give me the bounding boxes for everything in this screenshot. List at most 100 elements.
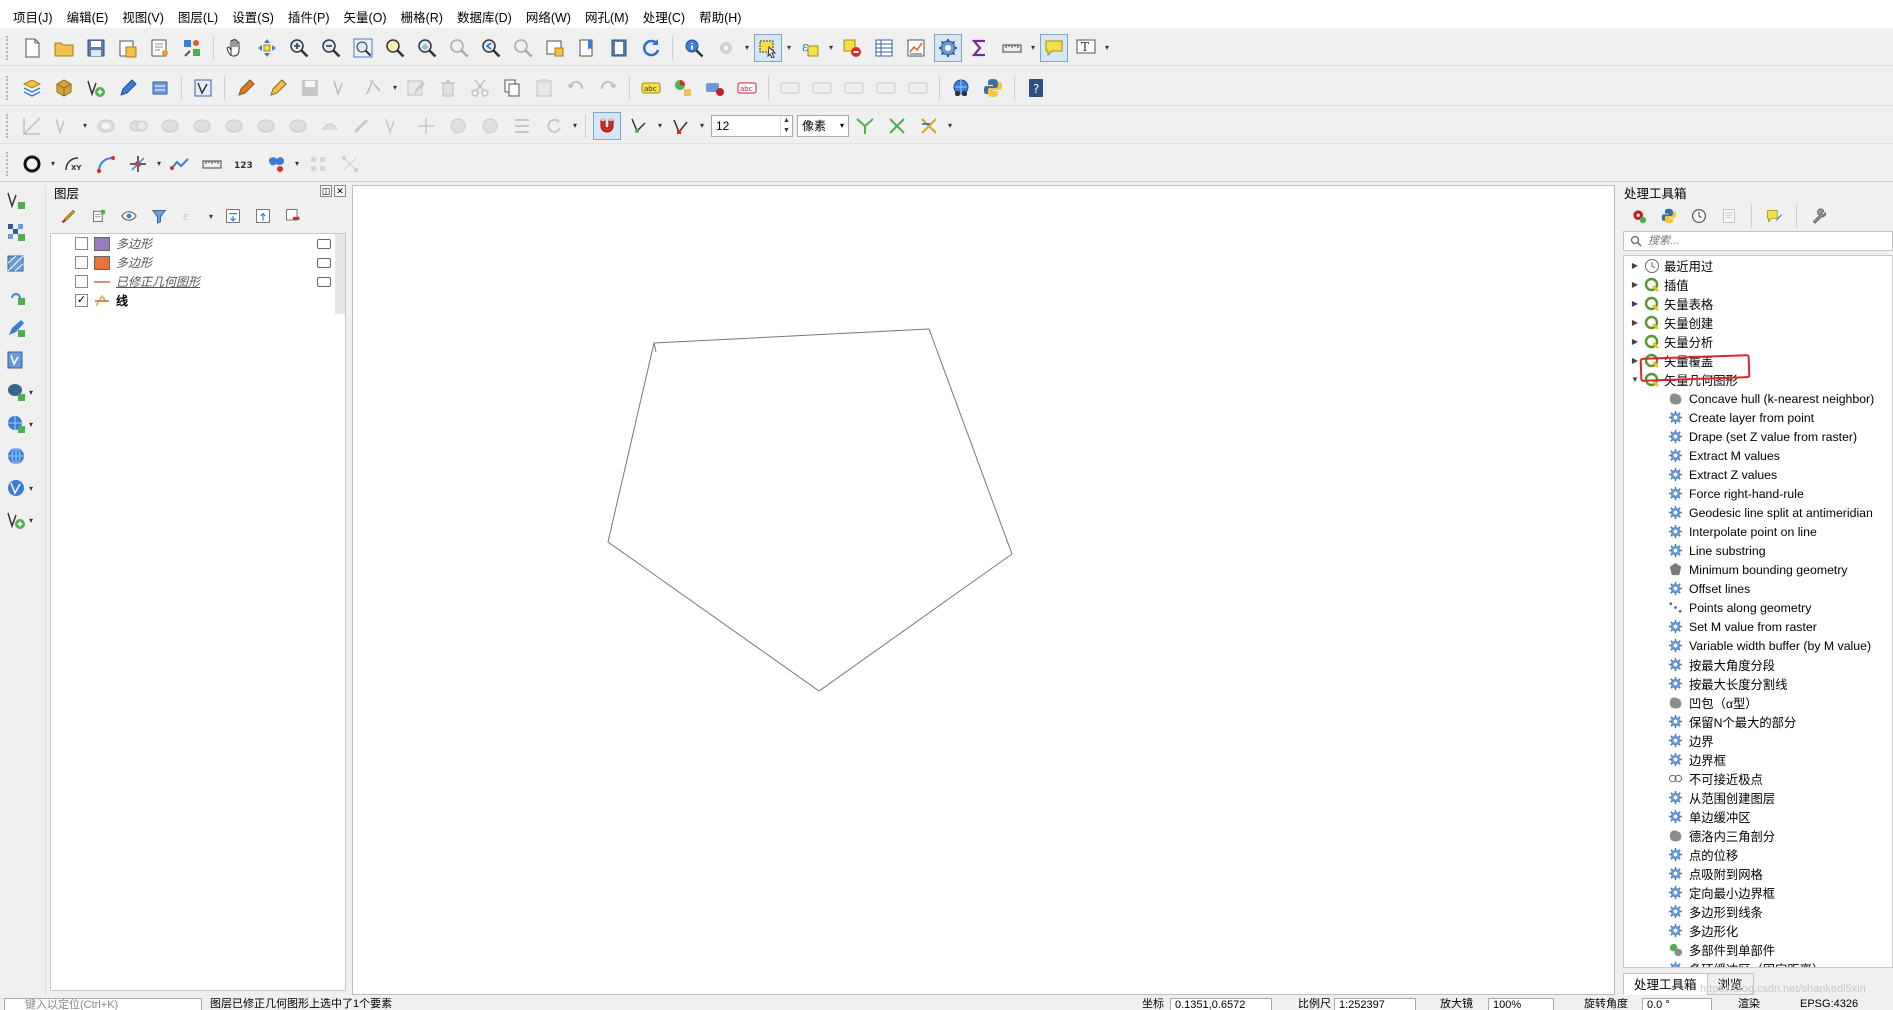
- open-project-button[interactable]: [50, 34, 78, 62]
- select-by-expression-button[interactable]: ε: [796, 34, 824, 62]
- delete-part-button[interactable]: [220, 112, 248, 140]
- toolbox-search-field[interactable]: [1623, 231, 1893, 251]
- processing-toolbox-button[interactable]: [934, 33, 962, 62]
- spin-arrows[interactable]: ▲ ▼: [780, 115, 792, 136]
- results-viewer-button[interactable]: [1718, 205, 1740, 227]
- enable-snapping-button[interactable]: [593, 111, 621, 140]
- advanced-digitizing-button[interactable]: [18, 112, 46, 140]
- spatial-bookmarks-button[interactable]: [605, 34, 633, 62]
- expand-arrow-icon[interactable]: ▶: [1628, 299, 1642, 308]
- add-circular-string-button[interactable]: XY: [60, 150, 88, 178]
- chevron-down-icon[interactable]: ▾: [655, 112, 665, 140]
- save-project-button[interactable]: [82, 34, 110, 62]
- chevron-down-icon[interactable]: ▾: [206, 202, 216, 230]
- algorithm-item[interactable]: 边界: [1624, 731, 1892, 750]
- add-group-button[interactable]: [88, 205, 110, 227]
- save-as-button[interactable]: [114, 34, 142, 62]
- tab-processing-toolbox[interactable]: 处理工具箱: [1623, 973, 1708, 995]
- toolbox-search-input[interactable]: [1648, 235, 1868, 247]
- run-action-button[interactable]: [712, 34, 740, 62]
- show-hide-labels-button[interactable]: [872, 74, 900, 102]
- layer-row-line[interactable]: ✓ 线: [51, 291, 345, 310]
- add-circle-button[interactable]: [18, 150, 46, 178]
- chevron-down-icon[interactable]: ▾: [784, 34, 794, 62]
- algorithm-item[interactable]: Extract Z values: [1624, 465, 1892, 484]
- algorithm-item[interactable]: 定向最小边界框: [1624, 883, 1892, 902]
- toolbar-grip[interactable]: [6, 75, 10, 100]
- delete-selected-button[interactable]: [434, 74, 462, 102]
- chevron-down-icon[interactable]: ▼: [781, 126, 792, 136]
- models-button[interactable]: [1628, 205, 1650, 227]
- expand-arrow-icon[interactable]: ▶: [1628, 318, 1642, 327]
- tree-group-recent[interactable]: ▶ 最近用过: [1624, 256, 1892, 275]
- measure-line-button[interactable]: [998, 34, 1026, 62]
- map-tips-button[interactable]: [1040, 33, 1068, 62]
- snapping-layers-button[interactable]: [625, 112, 653, 140]
- algorithm-item[interactable]: 从范围创建图层: [1624, 788, 1892, 807]
- algorithm-item[interactable]: Set M value from raster: [1624, 617, 1892, 636]
- chevron-down-icon[interactable]: ▾: [26, 378, 36, 406]
- new-virtual-layer-button[interactable]: [146, 74, 174, 102]
- add-virtual-layer-button[interactable]: [0, 345, 44, 375]
- zoom-layer-button[interactable]: [413, 34, 441, 62]
- filter-expression-button[interactable]: ε: [178, 205, 200, 227]
- layer-visibility-checkbox[interactable]: [75, 256, 88, 269]
- pan-to-selection-button[interactable]: [253, 34, 281, 62]
- add-spatialite-button[interactable]: [0, 313, 44, 343]
- new-temp-layer-button[interactable]: [114, 74, 142, 102]
- pentagon-feature[interactable]: [607, 328, 1013, 692]
- add-circular-string-radius-button[interactable]: [92, 150, 120, 178]
- chevron-down-icon[interactable]: ▾: [697, 112, 707, 140]
- virtual-layer-manager-button[interactable]: [189, 74, 217, 102]
- layer-visibility-checkbox[interactable]: ✓: [75, 294, 88, 307]
- change-label-button[interactable]: [840, 74, 868, 102]
- add-wfs-button[interactable]: ▾: [0, 473, 44, 503]
- measure-distance-button[interactable]: [198, 150, 226, 178]
- algorithm-item[interactable]: 保留N个最大的部分: [1624, 712, 1892, 731]
- add-raster-layer-button[interactable]: [0, 217, 44, 247]
- tree-group-interpolation[interactable]: ▶ 插值: [1624, 275, 1892, 294]
- scale-field[interactable]: 1:252397: [1334, 998, 1416, 1010]
- zoom-next-button[interactable]: [509, 34, 537, 62]
- algorithm-item[interactable]: Minimum bounding geometry: [1624, 560, 1892, 579]
- algorithm-item[interactable]: 多边形化: [1624, 921, 1892, 940]
- vertex-editing-button[interactable]: [50, 112, 78, 140]
- chevron-down-icon[interactable]: ▾: [26, 474, 36, 502]
- layer-filter-indicator-icon[interactable]: [317, 257, 331, 268]
- layer-filter-indicator-icon[interactable]: [317, 238, 331, 249]
- new-map-view-button[interactable]: [541, 34, 569, 62]
- layers-scrollbar[interactable]: [335, 234, 345, 314]
- current-edits-button[interactable]: [232, 74, 260, 102]
- map-canvas[interactable]: [352, 185, 1615, 995]
- rotation-field[interactable]: 0.0 °: [1642, 998, 1712, 1010]
- algorithm-item[interactable]: Offset lines: [1624, 579, 1892, 598]
- algorithm-item[interactable]: 不可接近极点: [1624, 769, 1892, 788]
- paste-features-button[interactable]: [530, 74, 558, 102]
- fill-ring-button[interactable]: [156, 112, 184, 140]
- pan-map-button[interactable]: [221, 34, 249, 62]
- rotate-label-button[interactable]: [808, 74, 836, 102]
- cut-features-button[interactable]: [466, 74, 494, 102]
- algorithm-item[interactable]: Variable width buffer (by M value): [1624, 636, 1892, 655]
- algorithm-item[interactable]: 边界框: [1624, 750, 1892, 769]
- float-panel-icon[interactable]: ◫: [320, 185, 332, 197]
- georeferencer-button[interactable]: [947, 74, 975, 102]
- algorithm-item[interactable]: Points along geometry: [1624, 598, 1892, 617]
- layer-row-polygon-1[interactable]: 多边形: [51, 234, 345, 253]
- menu-edit[interactable]: 编辑(E): [60, 8, 116, 28]
- snap-intersection-button[interactable]: [883, 112, 911, 140]
- magnifier-field[interactable]: 100%: [1488, 998, 1554, 1010]
- chevron-down-icon[interactable]: ▾: [292, 150, 302, 178]
- new-project-button[interactable]: [18, 34, 46, 62]
- numeric-digitizing-button[interactable]: 123: [230, 150, 258, 178]
- toolbar-grip[interactable]: [6, 35, 10, 60]
- remove-layer-button[interactable]: [282, 205, 304, 227]
- merge-attributes-button[interactable]: [508, 112, 536, 140]
- chevron-down-icon[interactable]: ▾: [26, 506, 36, 534]
- add-feature-button[interactable]: [328, 74, 356, 102]
- toggle-editing-button[interactable]: [264, 74, 292, 102]
- zoom-selection-button[interactable]: [381, 34, 409, 62]
- chevron-down-icon[interactable]: ▾: [1102, 34, 1112, 62]
- algorithm-item[interactable]: Extract M values: [1624, 446, 1892, 465]
- zoom-last-button[interactable]: [477, 34, 505, 62]
